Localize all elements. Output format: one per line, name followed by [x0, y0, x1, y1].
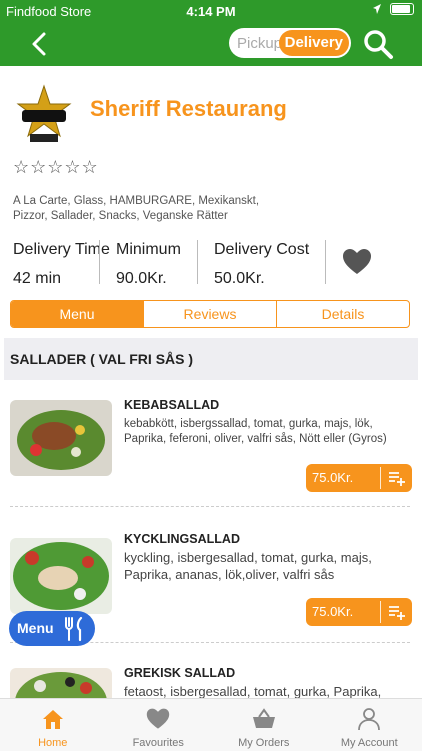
- battery-icon: [390, 3, 414, 15]
- menu-fab-button[interactable]: Menu: [9, 611, 95, 646]
- delivery-option[interactable]: Delivery: [279, 30, 349, 56]
- item-title: GREKISK SALLAD: [124, 666, 235, 680]
- bottom-tab-bar: Home Favourites My Orders My Account: [0, 698, 422, 751]
- section-header: SALLADER ( VAL FRI SÅS ): [4, 338, 418, 380]
- status-bar: Findfood Store 4:14 PM: [0, 0, 422, 22]
- divider: [380, 467, 381, 489]
- delivery-cost-value: 50.0Kr.: [214, 270, 265, 288]
- heart-icon: [146, 707, 170, 731]
- tabbar-favourites[interactable]: Favourites: [106, 699, 212, 751]
- delivery-cost-label: Delivery Cost: [214, 241, 309, 259]
- favourite-heart-icon[interactable]: [342, 248, 372, 276]
- order-mode-toggle[interactable]: Pickup Delivery: [229, 28, 351, 58]
- home-icon: [41, 707, 65, 731]
- add-to-cart-button[interactable]: 75.0Kr.: [306, 464, 412, 492]
- search-icon[interactable]: [362, 28, 394, 60]
- tabbar-label: My Account: [317, 737, 422, 749]
- menu-fab-label: Menu: [17, 620, 54, 636]
- tabbar-my-orders[interactable]: My Orders: [211, 699, 317, 751]
- item-description: kyckling, isbergesallad, tomat, gurka, m…: [124, 549, 414, 583]
- item-image[interactable]: [10, 668, 112, 698]
- location-icon: [372, 3, 382, 15]
- item-description: kebabkött, isbergssallad, tomat, gurka, …: [124, 417, 414, 447]
- fork-knife-icon: [61, 616, 87, 642]
- item-price: 75.0Kr.: [312, 470, 353, 485]
- item-title: KEBABSALLAD: [124, 398, 219, 412]
- divider: [380, 601, 381, 623]
- delivery-time-label: Delivery Time: [13, 241, 110, 259]
- divider: [99, 240, 100, 284]
- item-image[interactable]: [10, 538, 112, 614]
- rating-stars: ☆☆☆☆☆: [13, 157, 99, 178]
- add-to-list-icon: [388, 604, 406, 620]
- delivery-time-value: 42 min: [13, 270, 61, 288]
- status-icons: [372, 3, 414, 15]
- restaurant-categories: A La Carte, Glass, HAMBURGARE, Mexikansk…: [13, 194, 273, 224]
- tab-menu[interactable]: Menu: [11, 301, 143, 327]
- tabbar-home[interactable]: Home: [0, 699, 106, 751]
- restaurant-tabs: Menu Reviews Details: [10, 300, 410, 328]
- restaurant-logo: [14, 84, 74, 146]
- pickup-option[interactable]: Pickup: [237, 35, 282, 52]
- item-image[interactable]: [10, 400, 112, 476]
- add-to-list-icon: [388, 470, 406, 486]
- minimum-value: 90.0Kr.: [116, 270, 167, 288]
- minimum-label: Minimum: [116, 241, 181, 259]
- tab-reviews[interactable]: Reviews: [143, 301, 276, 327]
- tabbar-label: Home: [0, 737, 106, 749]
- tabbar-label: My Orders: [211, 737, 317, 749]
- basket-icon: [252, 707, 276, 731]
- restaurant-name: Sheriff Restaurang: [90, 96, 287, 122]
- tabbar-label: Favourites: [106, 737, 212, 749]
- item-price: 75.0Kr.: [312, 604, 353, 619]
- item-divider: [10, 506, 410, 507]
- top-bar: Pickup Delivery: [0, 22, 422, 66]
- tabbar-my-account[interactable]: My Account: [317, 699, 422, 751]
- divider: [325, 240, 326, 284]
- user-icon: [357, 707, 381, 731]
- add-to-cart-button[interactable]: 75.0Kr.: [306, 598, 412, 626]
- section-title: SALLADER ( VAL FRI SÅS ): [10, 351, 193, 367]
- tab-details[interactable]: Details: [276, 301, 409, 327]
- clock: 4:14 PM: [0, 4, 422, 19]
- divider: [197, 240, 198, 284]
- back-icon[interactable]: [28, 30, 52, 58]
- item-title: KYCKLINGSALLAD: [124, 532, 240, 546]
